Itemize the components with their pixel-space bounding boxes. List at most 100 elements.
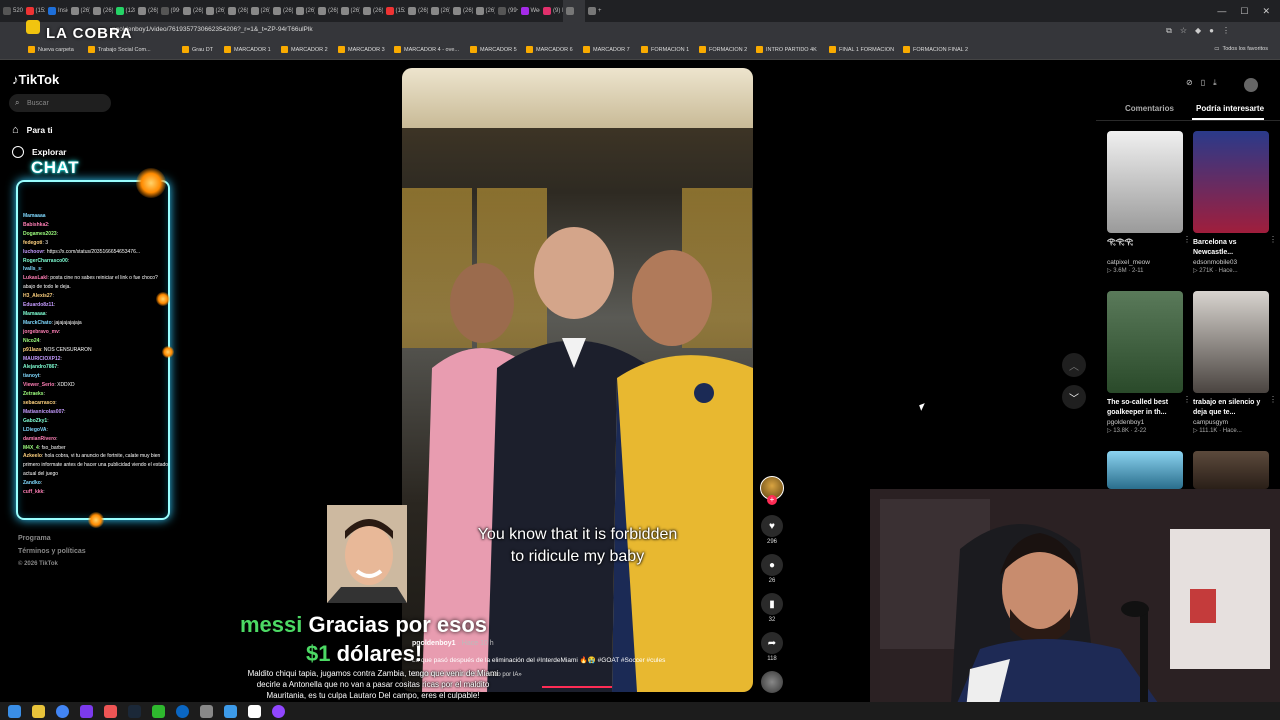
chat-username[interactable]: Eduardo8z11 — [23, 302, 54, 308]
browser-tab[interactable]: (26) Su — [270, 0, 293, 22]
app-icon[interactable] — [200, 704, 213, 718]
star-icon[interactable]: ☆ — [1180, 26, 1187, 36]
chat-username[interactable]: damianRivero — [23, 436, 56, 442]
browser-tab[interactable]: Weezy — [518, 0, 540, 22]
browser-tab[interactable]: (26) At — [248, 0, 270, 22]
chat-username[interactable]: Matiasnicolas007 — [23, 409, 64, 415]
browser-tab[interactable]: (26) dr — [293, 0, 315, 22]
video-progress-bar[interactable] — [542, 686, 612, 688]
recommended-video[interactable]: 𓂀𓂀𓂀 catpixel_meow ▷ 3.6M · 2-11 ⋮ — [1107, 131, 1191, 274]
chat-username[interactable]: Viewer_Serio — [23, 382, 54, 388]
chat-username[interactable]: fedegoti — [23, 240, 42, 246]
browser-tab[interactable]: (26) Fe — [428, 0, 450, 22]
music-disc-icon[interactable] — [761, 671, 783, 693]
maximize-icon[interactable]: ☐ — [1240, 6, 1248, 17]
video-author[interactable]: pgoldenboy1 · Hace 10 h — [412, 640, 494, 647]
browser-tab[interactable]: (26) Jor — [90, 0, 113, 22]
browser-tab[interactable]: (26) Im — [68, 0, 90, 22]
recommended-thumbnail-partial[interactable] — [1107, 451, 1183, 489]
chat-username[interactable]: p91laza — [23, 347, 41, 353]
browser-tab[interactable]: (99+) I — [495, 0, 518, 22]
recommended-title[interactable]: 𓂀𓂀𓂀 — [1107, 238, 1183, 259]
footer-program-link[interactable]: Programa — [18, 535, 51, 542]
profile-icon[interactable]: ● — [1209, 26, 1214, 36]
recommended-title[interactable]: Barcelona vs Newcastle... — [1193, 238, 1269, 259]
chat-username[interactable]: Nico24 — [23, 338, 39, 344]
browser-tab[interactable]: (128) W — [113, 0, 135, 22]
user-avatar[interactable] — [1244, 78, 1258, 92]
nav-item-explore[interactable]: Explorar — [12, 146, 67, 158]
follow-plus-icon[interactable]: + — [767, 495, 777, 505]
browser-tab[interactable]: (26) At — [338, 0, 360, 22]
browser-tab[interactable]: (1520) — [383, 0, 405, 22]
more-options-icon[interactable]: ⋮ — [1183, 395, 1191, 404]
browser-tab[interactable]: (26) Su — [203, 0, 225, 22]
url-field[interactable]: pgoldenboy1/video/7619357730662354206?_r… — [112, 26, 313, 33]
chat-username[interactable]: RogerCharrasco00 — [23, 258, 68, 264]
bookmark-item[interactable]: MARCADOR 7 — [583, 46, 630, 53]
video-thumbnail[interactable] — [1193, 131, 1269, 233]
previous-video-button[interactable]: ︿ — [1062, 353, 1086, 377]
chat-username[interactable]: Alejandro7867 — [23, 364, 57, 370]
recommended-video[interactable]: trabajo en silencio y deja que te... camp… — [1193, 291, 1277, 434]
settings-icon[interactable]: ⊘ — [1186, 78, 1193, 88]
bookmark-item[interactable]: MARCADOR 3 — [338, 46, 385, 53]
bookmark-item[interactable]: MARCADOR 1 — [224, 46, 271, 53]
app-icon[interactable] — [224, 704, 237, 718]
share-action[interactable]: ➦ 118 — [760, 632, 784, 662]
all-favorites-link[interactable]: ▭ Todos los favoritos — [1214, 46, 1268, 52]
next-video-button[interactable]: ﹀ — [1062, 385, 1086, 409]
menu-icon[interactable]: ⋮ — [1222, 26, 1230, 36]
bookmark-item[interactable]: FORMACION 2 — [699, 46, 747, 53]
browser-tab[interactable]: (26) Le — [315, 0, 338, 22]
chat-username[interactable]: tianoyt — [23, 373, 39, 379]
more-options-icon[interactable]: ⋮ — [1269, 395, 1277, 404]
browser-tab[interactable]: (9) Inst — [540, 0, 563, 22]
bookmark-item[interactable]: INTRO PARTIDO 4K — [756, 46, 817, 53]
chat-username[interactable]: Zandko — [23, 480, 41, 486]
chrome-icon[interactable] — [56, 704, 69, 718]
video-thumbnail[interactable] — [1193, 291, 1269, 393]
bookmark-item[interactable]: FORMACION FINAL 2 — [903, 46, 968, 53]
video-player[interactable]: You know that it is forbidden to ridicul… — [402, 68, 753, 692]
browser-tab[interactable]: (26) Est — [225, 0, 248, 22]
file-explorer-icon[interactable] — [32, 704, 45, 718]
recommended-title[interactable]: The so-called best goalkeeper in th... — [1107, 398, 1183, 419]
app-icon[interactable] — [104, 704, 117, 718]
chat-username[interactable]: M4X_4 — [23, 445, 39, 451]
tab-you-may-like[interactable]: Podría interesarte — [1196, 104, 1264, 113]
recommended-author[interactable]: pgoldenboy1 — [1107, 419, 1183, 426]
chat-username[interactable]: luchoovr — [23, 249, 44, 255]
browser-tab[interactable] — [562, 0, 585, 22]
bookmark-item[interactable]: Trabajo Social Com... — [88, 46, 151, 53]
device-icon[interactable]: ▯ — [1201, 78, 1205, 88]
browser-tab[interactable]: 520) — [0, 0, 23, 22]
edge-icon[interactable] — [176, 704, 189, 718]
browser-tab[interactable]: (26) At — [180, 0, 203, 22]
browser-tab[interactable]: + — [585, 0, 608, 22]
bookmark-item[interactable]: FORMACION 1 — [641, 46, 689, 53]
close-icon[interactable]: ✕ — [1262, 6, 1270, 17]
chat-username[interactable]: H3_Alexis27 — [23, 293, 52, 299]
recommended-thumbnail-partial[interactable] — [1193, 451, 1269, 489]
app-icon[interactable] — [152, 704, 165, 718]
bookmark-item[interactable]: MARCADOR 4 - ove... — [394, 46, 459, 53]
recommended-title[interactable]: trabajo en silencio y deja que te... — [1193, 398, 1269, 419]
install-icon[interactable]: ⧉ — [1166, 26, 1172, 36]
tab-comments[interactable]: Comentarios — [1125, 104, 1174, 113]
steam-icon[interactable] — [128, 704, 141, 718]
bookmark-action[interactable]: ▮ 32 — [760, 593, 784, 623]
nav-item-for-you[interactable]: ⌂ Para ti — [12, 124, 53, 136]
bookmark-icon[interactable]: ▮ — [761, 593, 783, 615]
heart-action[interactable]: ♥ 296 — [760, 515, 784, 545]
chat-username[interactable]: Mamaaaa — [23, 311, 46, 317]
chat-username[interactable]: sebacarrasco — [23, 400, 55, 406]
browser-tab[interactable]: (26) Sp — [473, 0, 495, 22]
chat-username[interactable]: Dogames2023 — [23, 231, 57, 237]
chat-username[interactable]: MAURICIOXP12 — [23, 356, 61, 362]
browser-tab[interactable]: (1520) — [23, 0, 45, 22]
bookmark-item[interactable]: FINAL 1 FORMACION — [829, 46, 894, 53]
bookmark-item[interactable]: MARCADOR 6 — [526, 46, 573, 53]
heart-icon[interactable]: ♥ — [761, 515, 783, 537]
app-icon[interactable] — [80, 704, 93, 718]
